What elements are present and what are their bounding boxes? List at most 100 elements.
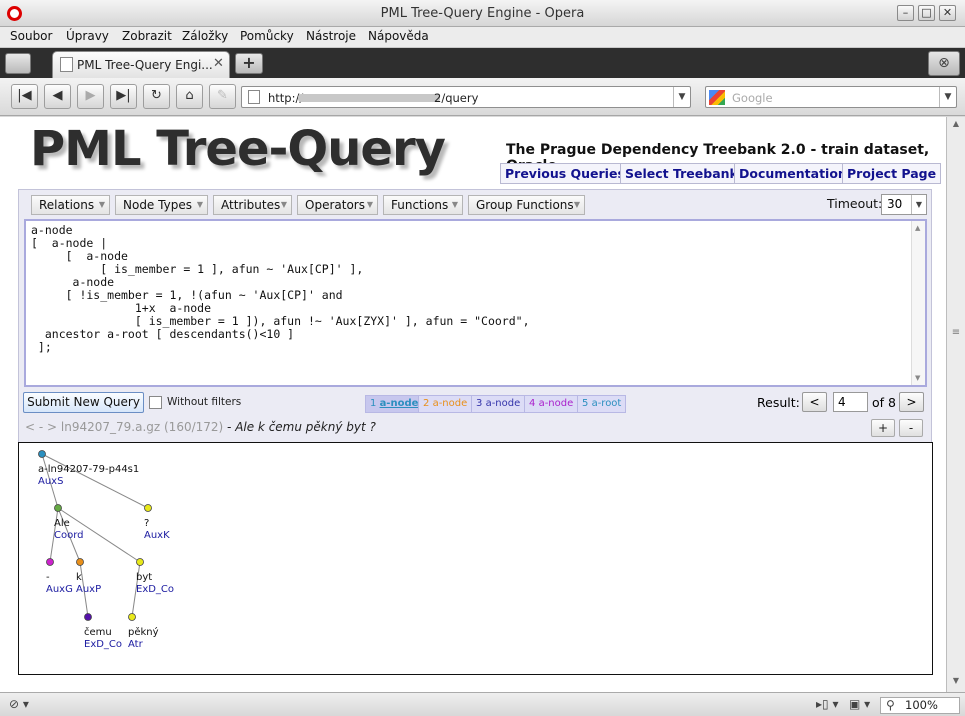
- page-logo: PML Tree-Query: [30, 121, 445, 177]
- close-icon[interactable]: ✕: [939, 5, 956, 21]
- query-editor[interactable]: a-node [ a-node | [ a-node [ is_member =…: [24, 219, 927, 387]
- menu-soubor[interactable]: Soubor: [10, 29, 52, 43]
- attributes-menu[interactable]: Attributes▼: [213, 195, 292, 215]
- operators-menu[interactable]: Operators▼: [297, 195, 378, 215]
- node-tag-name: a-node: [539, 398, 574, 409]
- page-scrollbar[interactable]: ▲ ≡ ▼: [946, 117, 965, 692]
- relations-label: Relations: [39, 198, 94, 212]
- chevron-down-icon: ▼: [197, 196, 203, 214]
- google-icon[interactable]: [709, 90, 725, 105]
- menu-upravy[interactable]: Úpravy: [66, 29, 109, 43]
- tab-bar: PML Tree-Query Engi... ✕ + ⊗: [0, 48, 965, 78]
- result-next-button[interactable]: >: [899, 392, 924, 412]
- tab-pml-tree-query[interactable]: PML Tree-Query Engi... ✕: [52, 51, 230, 78]
- functions-menu[interactable]: Functions ▼: [383, 195, 463, 215]
- menu-zalozky[interactable]: Záložky: [182, 29, 228, 43]
- navigation-bar: |◀ ◀ ▶ ▶| ↻ ⌂ ✎ http:// 2/query ▼ Google…: [0, 78, 965, 116]
- tab-close-icon[interactable]: ✕: [213, 56, 224, 71]
- chevron-down-icon: ▼: [367, 196, 373, 214]
- tree-node-ale[interactable]: [55, 505, 62, 512]
- file-nav[interactable]: < - >: [25, 420, 57, 434]
- node-types-menu[interactable]: Node Types▼: [115, 195, 208, 215]
- node-tag-1[interactable]: 1 a-node: [365, 395, 423, 413]
- tree-node-word: čemu: [84, 626, 112, 638]
- node-tag-num: 2: [423, 398, 429, 409]
- tree-node-q[interactable]: [145, 505, 152, 512]
- magnifier-icon: ⚲: [886, 698, 895, 712]
- back-icon[interactable]: ◀: [44, 84, 71, 109]
- scroll-down-icon[interactable]: ▼: [915, 374, 920, 382]
- closed-tabs-icon[interactable]: ⊗: [928, 51, 960, 76]
- node-tag-name: a-root: [592, 398, 622, 409]
- tree-node-dash[interactable]: [47, 559, 54, 566]
- reload-icon[interactable]: ↻: [143, 84, 170, 109]
- page-icon: [248, 90, 260, 104]
- chevron-down-icon: ▼: [911, 195, 926, 214]
- search-field[interactable]: Google ▼: [705, 86, 957, 108]
- address-dropdown-icon[interactable]: ▼: [673, 87, 690, 107]
- images-icon[interactable]: ▣ ▾: [849, 697, 870, 711]
- window-title: PML Tree-Query Engine - Opera: [0, 6, 965, 21]
- project-page-link[interactable]: Project Page: [842, 163, 941, 184]
- node-tag-3[interactable]: 3 a-node: [471, 395, 525, 413]
- submit-query-button[interactable]: Submit New Query: [23, 392, 144, 413]
- select-treebank-link[interactable]: Select Treebank: [620, 163, 743, 184]
- panel-toggle-icon[interactable]: [5, 53, 31, 74]
- result-index-input[interactable]: 4: [833, 392, 868, 412]
- scroll-up-icon[interactable]: ▲: [949, 119, 963, 133]
- tree-node-word: ?: [144, 518, 149, 529]
- minimize-icon[interactable]: –: [897, 5, 914, 21]
- menu-napoveda[interactable]: Nápověda: [368, 29, 429, 43]
- without-filters-label: Without filters: [167, 396, 241, 408]
- menu-nastroje[interactable]: Nástroje: [306, 29, 356, 43]
- tree-node-k[interactable]: [77, 559, 84, 566]
- maximize-icon[interactable]: □: [918, 5, 935, 21]
- zoom-in-button[interactable]: +: [871, 419, 895, 437]
- chevron-down-icon: ▼: [99, 196, 105, 214]
- node-tag-5[interactable]: 5 a-root: [577, 395, 626, 413]
- without-filters-checkbox[interactable]: [149, 396, 162, 409]
- scroll-down-icon[interactable]: ▼: [949, 676, 963, 690]
- menu-pomucky[interactable]: Pomůcky: [240, 29, 294, 43]
- editor-scrollbar[interactable]: ▲▼: [911, 221, 925, 385]
- home-icon[interactable]: ⌂: [176, 84, 203, 109]
- tree-node-pekny[interactable]: [129, 614, 136, 621]
- page-view-icon[interactable]: ▸▯ ▾: [816, 697, 838, 711]
- node-tag-num: 4: [529, 398, 535, 409]
- node-tag-2[interactable]: 2 a-node: [418, 395, 472, 413]
- relations-menu[interactable]: Relations ▼: [31, 195, 110, 215]
- chevron-down-icon: ▼: [452, 196, 458, 214]
- tree-node-afun: AuxK: [144, 530, 170, 541]
- address-bar[interactable]: http:// 2/query ▼: [241, 86, 691, 108]
- tree-node-root[interactable]: [39, 451, 46, 458]
- tree-node-byt[interactable]: [137, 559, 144, 566]
- previous-queries-link[interactable]: Previous Queries: [500, 163, 630, 184]
- forward-icon[interactable]: ▶: [77, 84, 104, 109]
- result-prev-button[interactable]: <: [802, 392, 827, 412]
- tree-node-cemu[interactable]: [85, 614, 92, 621]
- fast-forward-icon[interactable]: ▶|: [110, 84, 137, 109]
- rewind-icon[interactable]: |◀: [11, 84, 38, 109]
- documentation-link[interactable]: Documentation: [734, 163, 852, 184]
- zoom-value: 100%: [905, 698, 938, 712]
- functions-label: Functions: [391, 198, 448, 212]
- new-tab-button[interactable]: +: [235, 53, 263, 74]
- timeout-select[interactable]: 30 ▼: [881, 194, 927, 215]
- group-functions-menu[interactable]: Group Functions▼: [468, 195, 585, 215]
- wand-icon[interactable]: ✎: [209, 84, 236, 109]
- tree-node-word: pěkný: [128, 626, 159, 638]
- tree-node-afun: ExD_Co: [136, 584, 174, 595]
- scroll-up-icon[interactable]: ▲: [915, 224, 920, 232]
- tree-node-afun: AuxG: [46, 584, 73, 595]
- web-page: PML Tree-Query The Prague Dependency Tre…: [0, 117, 946, 692]
- scroll-grip[interactable]: ≡: [950, 327, 962, 341]
- zoom-out-button[interactable]: -: [899, 419, 923, 437]
- menu-zobrazit[interactable]: Zobrazit: [122, 29, 172, 43]
- tree-node-afun: Atr: [128, 639, 144, 650]
- timeout-value: 30: [887, 197, 902, 211]
- address-redacted: [298, 94, 440, 102]
- search-dropdown-icon[interactable]: ▼: [939, 87, 956, 107]
- node-tag-name: a-node: [486, 398, 521, 409]
- speed-dial-icon[interactable]: ⊘ ▾: [9, 697, 29, 711]
- node-tag-4[interactable]: 4 a-node: [524, 395, 578, 413]
